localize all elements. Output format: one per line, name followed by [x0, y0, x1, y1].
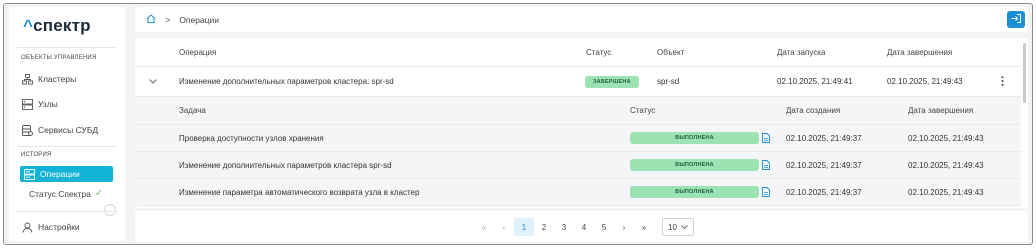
task-row: Изменение параметра автоматического возв…	[135, 179, 1021, 206]
page-size-select[interactable]: 10	[662, 218, 694, 236]
section-objects-label: ОБЪЕКТЫ УПРАВЛЕНИЯ	[21, 55, 97, 61]
operation-start-date: 02.10.2025, 21:49:41	[777, 77, 853, 86]
section-history-label: ИСТОРИЯ	[21, 152, 52, 158]
sidebar-item-settings[interactable]: Настройки	[21, 219, 80, 235]
app-window: ^спектр ОБЪЕКТЫ УПРАВЛЕНИЯ Кластеры Узлы…	[3, 3, 1033, 245]
spectr-status-label: Статус Спектра	[29, 188, 91, 199]
task-name: Проверка доступности узлов хранения	[179, 133, 324, 143]
database-icon	[21, 124, 33, 136]
prev-page-button[interactable]: ‹	[494, 218, 514, 236]
breadcrumb: > Операции	[146, 14, 219, 25]
operation-status-cell: ЗАВЕРШЕНА	[585, 67, 639, 96]
sidebar-item-label: Настройки	[38, 222, 80, 232]
spectr-status-link[interactable]: Статус Спектра ✓	[29, 188, 103, 199]
task-status-cell: ВЫПОЛНЕНА	[630, 179, 771, 205]
chevron-right-icon: >	[165, 14, 171, 25]
page-button[interactable]: 2	[534, 218, 554, 236]
subcolumn-header-created: Дата создания	[786, 106, 841, 115]
document-icon[interactable]	[762, 132, 771, 144]
sidebar-item-label: Сервисы СУБД	[38, 125, 99, 135]
logout-icon	[1011, 14, 1021, 25]
operations-icon	[23, 168, 35, 180]
expand-row-button[interactable]	[149, 67, 157, 96]
task-name: Изменение параметра автоматического возв…	[179, 187, 420, 197]
subcolumn-header-status: Статус	[630, 106, 656, 115]
sidebar-item-operations[interactable]: Операции	[20, 166, 113, 182]
vertical-scrollbar[interactable]	[1023, 43, 1026, 103]
task-end-date: 02.10.2025, 21:49:43	[908, 133, 984, 143]
column-header-start-date[interactable]: Дата запуска	[777, 38, 825, 66]
status-badge: ВЫПОЛНЕНА	[630, 159, 759, 171]
server-icon	[21, 98, 33, 110]
task-status-cell: ВЫПОЛНЕНА	[630, 125, 771, 151]
top-bar: > Операции	[135, 7, 1028, 32]
sidebar-item-label: Узлы	[38, 99, 58, 109]
sidebar-item-label: Операции	[40, 169, 80, 179]
logo[interactable]: ^спектр	[23, 16, 91, 36]
pagination: « ‹ 1 2 3 4 5 › » 10	[474, 218, 694, 236]
breadcrumb-current: Операции	[179, 14, 220, 25]
page-size-value: 10	[668, 222, 677, 232]
column-header-operation[interactable]: Операция	[179, 38, 216, 66]
operation-end-date: 02.10.2025, 21:49:43	[887, 77, 963, 86]
last-page-button[interactable]: »	[634, 218, 654, 236]
sidebar: ^спектр ОБЪЕКТЫ УПРАВЛЕНИЯ Кластеры Узлы…	[9, 7, 125, 241]
divider	[17, 47, 117, 48]
task-name: Изменение дополнительных параметров клас…	[179, 160, 392, 170]
subcolumn-header-task: Задача	[179, 106, 206, 115]
chevron-down-icon	[149, 77, 157, 86]
column-header-status[interactable]: Статус	[586, 38, 611, 66]
subtable-header: Задача Статус Дата создания Дата заверше…	[135, 97, 1021, 125]
user-icon	[21, 221, 33, 233]
page-button[interactable]: 3	[554, 218, 574, 236]
column-header-object[interactable]: Объект	[657, 38, 684, 66]
operation-object[interactable]: spr-sd	[657, 67, 679, 96]
operation-name: Изменение дополнительных параметров клас…	[179, 77, 394, 86]
more-actions-button[interactable]	[1001, 67, 1004, 96]
cluster-icon	[21, 73, 33, 85]
task-end-date: 02.10.2025, 21:49:43	[908, 187, 984, 197]
divider	[17, 211, 117, 212]
sidebar-item-label: Кластеры	[38, 74, 77, 84]
status-badge: ВЫПОЛНЕНА	[630, 132, 759, 144]
divider	[17, 146, 117, 147]
table-header: Операция Статус Объект Дата запуска Дата…	[135, 38, 1021, 67]
next-page-button[interactable]: ›	[614, 218, 634, 236]
status-badge: ВЫПОЛНЕНА	[630, 186, 759, 198]
sidebar-item-nodes[interactable]: Узлы	[21, 96, 58, 112]
document-icon[interactable]	[762, 159, 771, 171]
operations-table: Операция Статус Объект Дата запуска Дата…	[135, 38, 1028, 208]
task-end-date: 02.10.2025, 21:49:43	[908, 160, 984, 170]
page-button-current[interactable]: 1	[514, 218, 534, 236]
home-icon[interactable]	[146, 14, 156, 25]
table-row[interactable]: Изменение дополнительных параметров клас…	[135, 67, 1021, 97]
sidebar-item-clusters[interactable]: Кластеры	[21, 71, 76, 87]
check-icon: ✓	[94, 188, 104, 199]
task-row: Проверка доступности узлов хранения ВЫПО…	[135, 125, 1021, 152]
column-header-end-date[interactable]: Дата завершения	[887, 38, 952, 66]
chevron-down-icon	[681, 224, 688, 231]
subcolumn-header-end: Дата завершения	[908, 106, 974, 115]
task-status-cell: ВЫПОЛНЕНА	[630, 152, 771, 178]
sidebar-item-dbms-services[interactable]: Сервисы СУБД	[21, 122, 98, 138]
task-created-date: 02.10.2025, 21:49:37	[786, 160, 862, 170]
logout-button[interactable]	[1007, 11, 1025, 28]
task-row: Изменение дополнительных параметров клас…	[135, 152, 1021, 179]
task-created-date: 02.10.2025, 21:49:37	[786, 133, 862, 143]
first-page-button[interactable]: «	[474, 218, 494, 236]
page-button[interactable]: 4	[574, 218, 594, 236]
page-button[interactable]: 5	[594, 218, 614, 236]
status-badge: ЗАВЕРШЕНА	[585, 75, 639, 88]
document-icon[interactable]	[762, 186, 771, 198]
kebab-menu-icon	[1001, 75, 1004, 88]
collapse-sidebar-handle[interactable]	[104, 204, 116, 216]
pagination-bar: « ‹ 1 2 3 4 5 › » 10	[135, 211, 1028, 242]
task-created-date: 02.10.2025, 21:49:37	[786, 187, 862, 197]
